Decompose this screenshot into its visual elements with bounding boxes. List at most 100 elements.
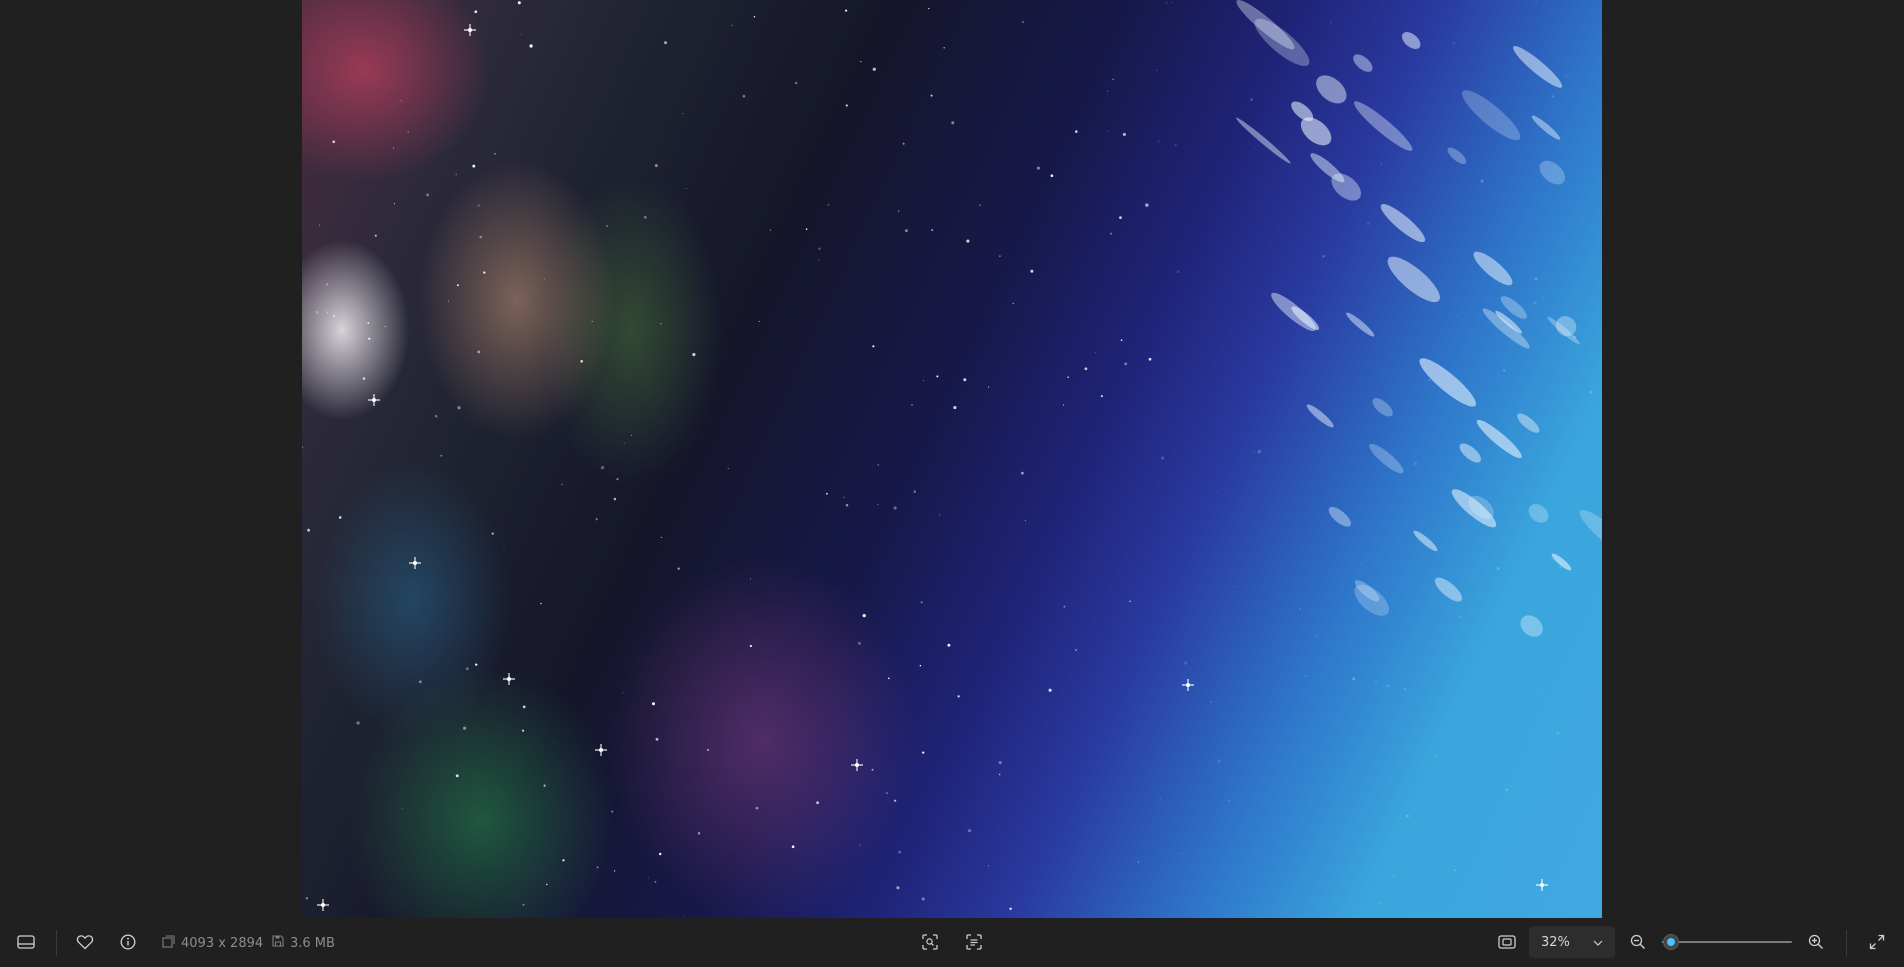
star [877, 503, 879, 505]
displayed-photo[interactable] [302, 0, 1602, 918]
cloud [1434, 577, 1463, 602]
star [1536, 0, 1538, 3]
star [859, 844, 861, 846]
star [911, 403, 913, 406]
info-icon [120, 934, 136, 950]
scan-text-button[interactable] [958, 926, 990, 958]
star [677, 567, 680, 570]
star [887, 677, 890, 680]
star [953, 406, 957, 410]
cloud [1316, 75, 1347, 104]
cloud [1254, 18, 1310, 67]
star [1315, 635, 1317, 637]
star [622, 692, 624, 694]
zoom-level-dropdown[interactable]: 32% [1529, 926, 1615, 958]
star [491, 532, 494, 535]
star [1094, 352, 1096, 354]
star [1075, 130, 1078, 133]
star [998, 773, 1001, 776]
star [1217, 12, 1219, 14]
star [921, 897, 925, 901]
info-button[interactable] [112, 926, 144, 958]
star [483, 271, 486, 274]
star [862, 613, 866, 618]
star [896, 886, 900, 890]
star [1257, 449, 1261, 454]
star [623, 442, 625, 444]
visual-search-button[interactable] [914, 926, 946, 958]
zoom-slider-thumb[interactable] [1663, 934, 1680, 950]
star [904, 229, 908, 233]
image-dimensions: 4093 x 2894 [162, 934, 263, 952]
star [393, 147, 395, 149]
star [827, 203, 830, 206]
star [1536, 693, 1538, 695]
star [1253, 451, 1255, 453]
star [860, 61, 862, 63]
star [753, 16, 756, 18]
star [1176, 270, 1180, 274]
cloud [1236, 117, 1291, 164]
cloud [1401, 32, 1421, 49]
zoom-out-icon [1630, 934, 1646, 950]
star [1067, 376, 1069, 378]
bright-star [409, 557, 421, 569]
star [998, 761, 1002, 765]
favorite-button[interactable] [69, 926, 101, 958]
star [368, 337, 371, 340]
star [457, 406, 461, 410]
cloud [1462, 90, 1521, 141]
star [315, 310, 319, 314]
star [591, 320, 593, 323]
zoom-out-button[interactable] [1622, 926, 1654, 958]
star [893, 506, 897, 510]
fit-to-window-icon [1498, 935, 1516, 949]
star [1435, 755, 1438, 757]
star [1254, 146, 1256, 148]
cloud [1528, 503, 1549, 523]
star [987, 865, 990, 867]
star [1074, 648, 1078, 652]
file-size: 3.6 MB [272, 934, 335, 952]
star [936, 375, 939, 378]
star [1559, 819, 1562, 821]
star [1106, 130, 1108, 132]
star [1457, 426, 1460, 428]
star [1030, 269, 1034, 273]
star [682, 112, 684, 115]
star [1171, 2, 1173, 4]
star [529, 44, 533, 48]
fit-to-window-button[interactable] [1491, 926, 1523, 958]
fullscreen-button[interactable] [1861, 926, 1893, 958]
star [755, 806, 759, 810]
star [1552, 95, 1555, 98]
zoom-level-value: 32% [1541, 934, 1570, 950]
star [872, 345, 875, 348]
star [522, 705, 526, 709]
star [1565, 261, 1567, 263]
star [1322, 254, 1325, 258]
save-disk-icon [272, 935, 284, 951]
star [1063, 605, 1066, 608]
star [400, 99, 402, 102]
image-viewport[interactable] [0, 0, 1904, 918]
star [616, 477, 619, 481]
cloud [1473, 251, 1513, 286]
zoom-in-button[interactable] [1800, 926, 1832, 958]
star [1381, 551, 1383, 552]
star [1403, 688, 1407, 691]
star [434, 414, 438, 418]
star [919, 664, 922, 667]
cloud [1271, 292, 1316, 332]
star [1406, 814, 1409, 818]
star [654, 880, 657, 883]
star [818, 260, 820, 261]
star [384, 325, 386, 328]
star [522, 903, 525, 906]
zoom-slider[interactable] [1662, 934, 1792, 950]
cloud [1513, 46, 1563, 88]
filmstrip-button[interactable] [10, 926, 42, 958]
star [332, 140, 336, 144]
cloud [1476, 419, 1522, 459]
star [418, 680, 422, 684]
